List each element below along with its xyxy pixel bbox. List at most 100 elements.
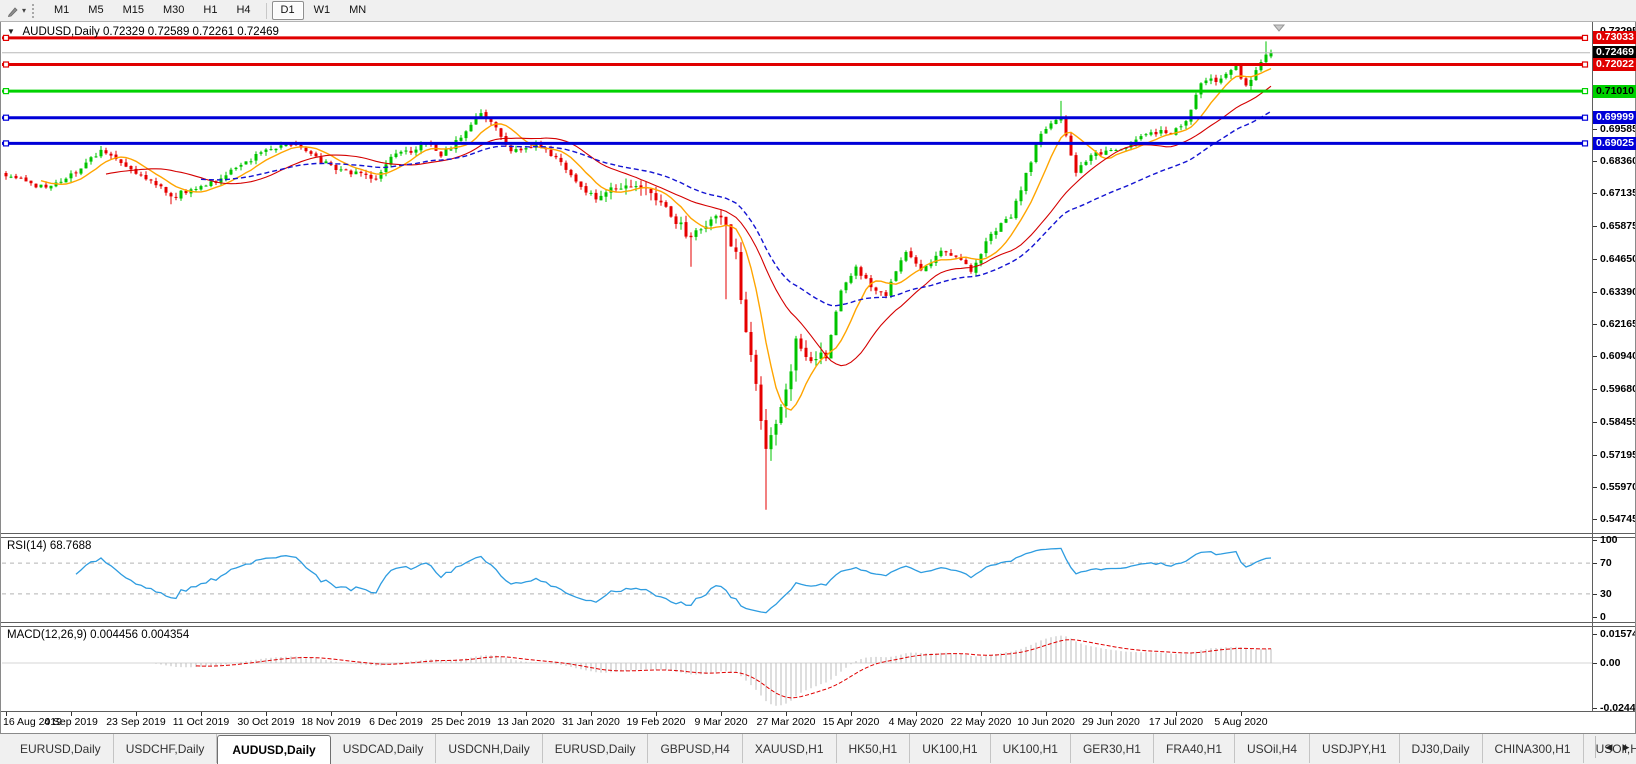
price-tick-mark (1593, 193, 1597, 194)
price-tick-label: 0.65875 (1600, 220, 1636, 232)
macd-scale-label: 0.00 (1600, 657, 1621, 669)
macd-tick-mark (1593, 708, 1597, 709)
price-line-badge: 0.71010 (1593, 85, 1636, 98)
price-tick-mark (1593, 455, 1597, 456)
macd-scale-label: -0.024417 (1600, 702, 1636, 714)
price-line-badge: 0.69025 (1593, 137, 1636, 150)
tab-usdjpy-h1[interactable]: USDJPY,H1 (1310, 734, 1400, 763)
rsi-scale-label: 30 (1600, 588, 1612, 600)
date-label: 5 Aug 2020 (1214, 716, 1268, 728)
tab-audusd-daily[interactable]: AUDUSD,Daily (217, 735, 331, 764)
price-tick-label: 0.69585 (1600, 123, 1636, 135)
tab-scroll-buttons: ◀ ▶ (1595, 736, 1633, 758)
tab-dj30-daily[interactable]: DJ30,Daily (1400, 734, 1483, 763)
rsi-label: RSI(14) 68.7688 (7, 540, 92, 552)
date-label: 4 May 2020 (888, 716, 944, 728)
date-label: 10 Jun 2020 (1017, 716, 1075, 728)
timeframe-button-d1[interactable]: D1 (271, 1, 304, 20)
tab-hk50-h1[interactable]: HK50,H1 (837, 734, 911, 763)
macd-scale-label: 0.015741 (1600, 628, 1636, 640)
tab-fra40-h1[interactable]: FRA40,H1 (1154, 734, 1236, 763)
price-tick-mark (1593, 324, 1597, 325)
rsi-scale-label: 100 (1600, 534, 1618, 546)
price-tick-label: 0.54745 (1600, 513, 1636, 525)
timeframe-button-w1[interactable]: W1 (305, 1, 340, 20)
timeframe-button-mn[interactable]: MN (340, 1, 375, 20)
price-line-badge: 0.73033 (1593, 31, 1636, 44)
price-tick-mark (1593, 226, 1597, 227)
macd-tick-mark (1593, 634, 1597, 635)
date-label: 15 Apr 2020 (822, 716, 880, 728)
collapse-triangle-icon[interactable]: ▼ (7, 27, 15, 36)
price-tick-mark (1593, 259, 1597, 260)
price-tick-mark (1593, 422, 1597, 423)
tab-usdchf-daily[interactable]: USDCHF,Daily (114, 734, 218, 763)
rsi-tick-mark (1593, 594, 1597, 595)
price-tick-mark (1593, 389, 1597, 390)
toolbar-separator (265, 2, 267, 19)
chart-tab-bar: EURUSD,Daily USDCHF,Daily AUDUSD,Daily USDC… (0, 733, 1636, 764)
tab-eurusd-daily[interactable]: EURUSD,Daily (8, 734, 114, 763)
date-label: 17 Jul 2020 (1148, 716, 1204, 728)
tab-uk100-h1[interactable]: UK100,H1 (991, 734, 1071, 763)
date-label: 31 Jan 2020 (562, 716, 620, 728)
timeframe-button-m1[interactable]: M1 (45, 1, 78, 20)
price-tick-label: 0.58455 (1600, 416, 1636, 428)
timeframe-button-m30[interactable]: M30 (154, 1, 193, 20)
date-label: 18 Nov 2019 (301, 716, 361, 728)
date-label: 4 Sep 2019 (44, 716, 98, 728)
date-label: 22 May 2020 (950, 716, 1012, 728)
macd-tick-mark (1593, 663, 1597, 664)
timeframe-button-m5[interactable]: M5 (79, 1, 112, 20)
macd-label: MACD(12,26,9) 0.004456 0.004354 (7, 629, 190, 641)
price-tick-mark (1593, 292, 1597, 293)
date-label: 6 Dec 2019 (369, 716, 423, 728)
date-label: 13 Jan 2020 (497, 716, 555, 728)
rsi-tick-mark (1593, 617, 1597, 618)
date-label: 30 Oct 2019 (237, 716, 295, 728)
pane-separator-rsi[interactable] (0, 533, 1636, 538)
price-tick-label: 0.68360 (1600, 155, 1636, 167)
price-tick-label: 0.55970 (1600, 481, 1636, 493)
chevron-down-icon[interactable]: ▾ (22, 6, 26, 15)
date-label: 9 Mar 2020 (694, 716, 748, 728)
date-label: 27 Mar 2020 (756, 716, 816, 728)
pen-tool-icon[interactable] (4, 2, 22, 20)
date-label: 23 Sep 2019 (106, 716, 166, 728)
price-tick-label: 0.67135 (1600, 187, 1636, 199)
price-tick-mark (1593, 487, 1597, 488)
tab-ger30-h1[interactable]: GER30,H1 (1071, 734, 1154, 763)
tab-gbpusd-h4[interactable]: GBPUSD,H4 (648, 734, 743, 763)
rsi-tick-mark (1593, 540, 1597, 541)
pane-separator-macd[interactable] (0, 622, 1636, 627)
tab-scroll-left-icon[interactable]: ◀ (1602, 736, 1616, 758)
timeframe-button-h4[interactable]: H4 (227, 1, 259, 20)
rsi-scale-label: 70 (1600, 557, 1612, 569)
timeframe-button-h1[interactable]: H1 (194, 1, 226, 20)
date-label: 19 Feb 2020 (626, 716, 686, 728)
rsi-tick-mark (1593, 563, 1597, 564)
date-label: 29 Jun 2020 (1082, 716, 1140, 728)
tab-xauusd-h1[interactable]: XAUUSD,H1 (743, 734, 837, 763)
tab-usdcnh-daily[interactable]: USDCNH,Daily (436, 734, 543, 763)
tab-eurusd-daily[interactable]: EURUSD,Daily (543, 734, 649, 763)
price-tick-mark (1593, 129, 1597, 130)
time-axis-border (0, 711, 1636, 712)
price-tick-mark (1593, 356, 1597, 357)
tab-usoil-h4[interactable]: USOil,H4 (1235, 734, 1311, 763)
rsi-scale-label: 0 (1600, 611, 1606, 623)
price-line-badge: 0.69999 (1593, 111, 1636, 124)
toolbar: ▾ M1 M5 M15 M30 H1 H4 D1 W1 MN (0, 0, 1636, 22)
toolbar-grip (32, 3, 38, 18)
price-tick-label: 0.62165 (1600, 318, 1636, 330)
tab-china300-h1[interactable]: CHINA300,H1 (1483, 734, 1584, 763)
price-tick-mark (1593, 519, 1597, 520)
tab-scroll-right-icon[interactable]: ▶ (1619, 736, 1633, 758)
timeframe-button-m15[interactable]: M15 (114, 1, 153, 20)
price-tick-label: 0.64650 (1600, 253, 1636, 265)
price-tick-label: 0.59680 (1600, 383, 1636, 395)
tab-usdcad-daily[interactable]: USDCAD,Daily (331, 734, 437, 763)
date-label: 25 Dec 2019 (431, 716, 491, 728)
ohlc-values: 0.72329 0.72589 0.72261 0.72469 (103, 26, 279, 38)
tab-uk100-h1[interactable]: UK100,H1 (910, 734, 991, 763)
